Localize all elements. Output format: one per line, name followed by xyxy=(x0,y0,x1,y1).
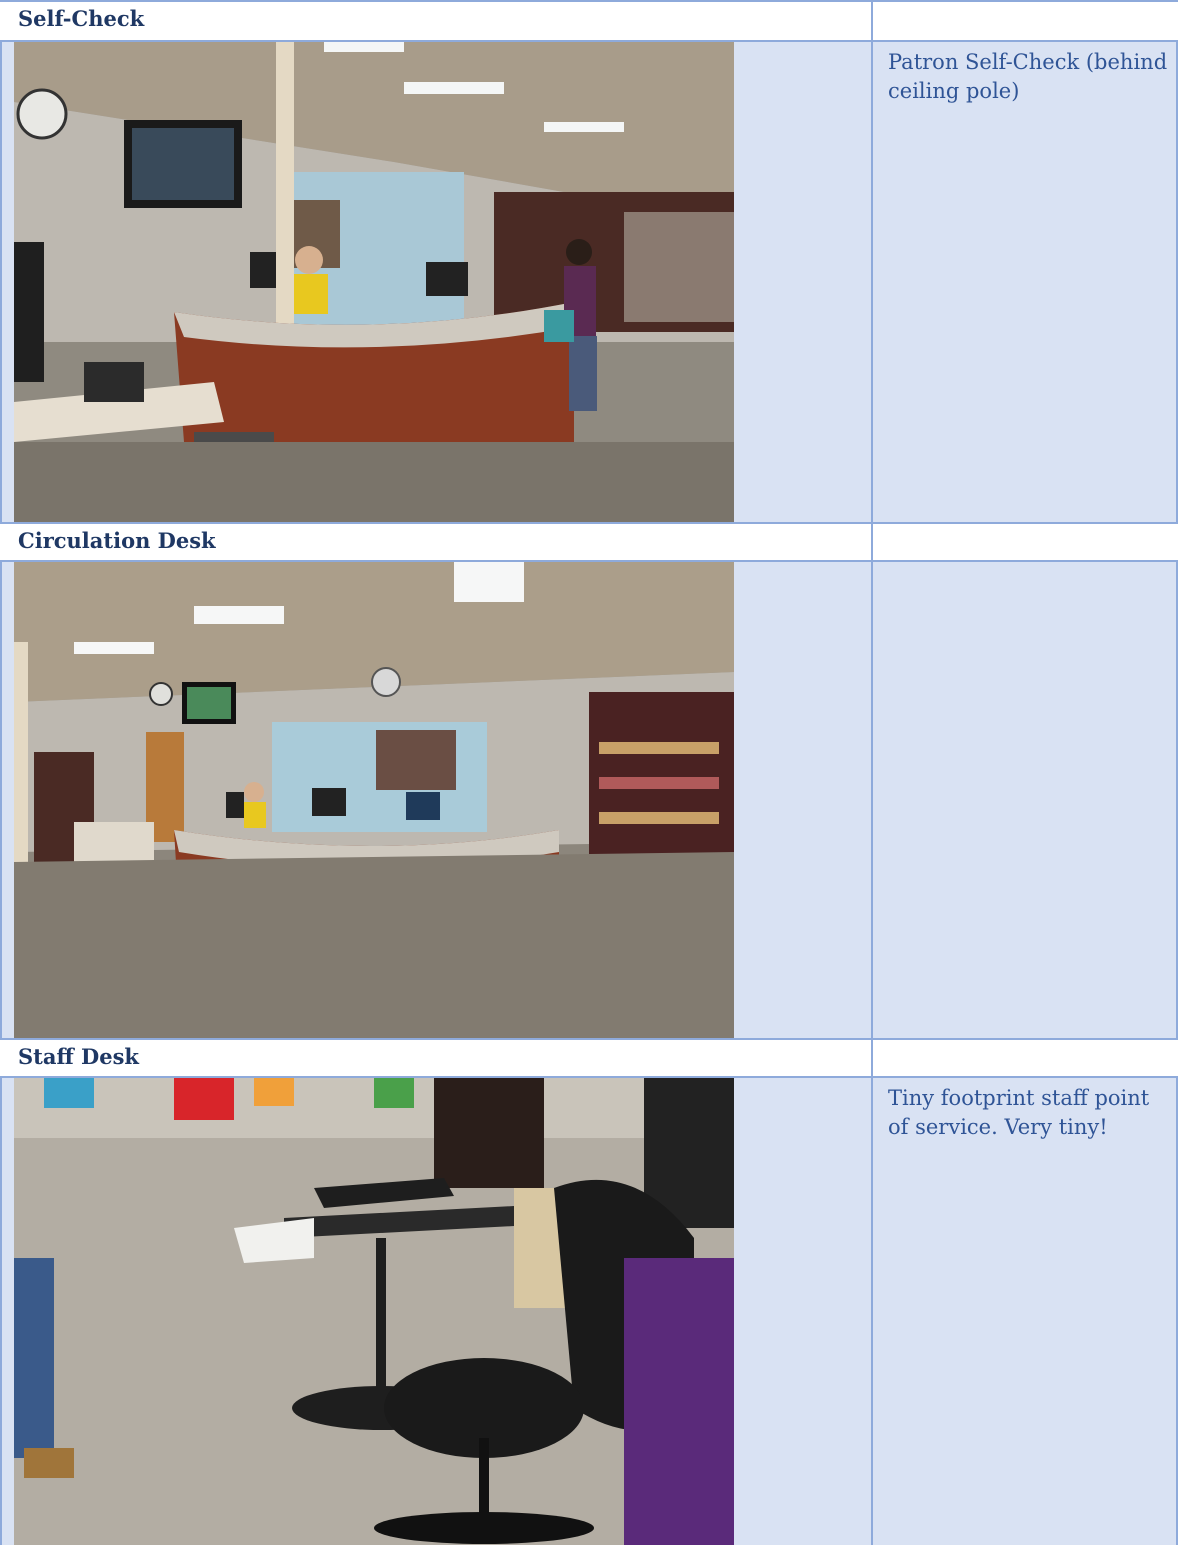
document-page: Self-Check Patron Self-Check (behind cei… xyxy=(0,0,1178,1545)
section-note: Tiny footprint staff point of service. V… xyxy=(888,1086,1150,1139)
section-body-circulation-desk xyxy=(0,562,1178,1038)
self-check-photo xyxy=(14,42,734,522)
circulation-desk-photo xyxy=(14,562,734,1038)
section-title: Staff Desk xyxy=(18,1044,139,1069)
section-note: Patron Self-Check (behind ceiling pole) xyxy=(888,50,1168,103)
section-header-self-check: Self-Check xyxy=(0,0,1178,42)
section-title: Self-Check xyxy=(18,6,145,31)
section-body-self-check: Patron Self-Check (behind ceiling pole) xyxy=(0,42,1178,522)
staff-desk-photo xyxy=(14,1078,734,1545)
section-title: Circulation Desk xyxy=(18,528,216,553)
section-header-staff-desk: Staff Desk xyxy=(0,1038,1178,1078)
column-divider xyxy=(871,524,873,560)
column-divider xyxy=(871,1040,873,1076)
section-header-circulation-desk: Circulation Desk xyxy=(0,522,1178,562)
column-divider xyxy=(871,2,873,40)
section-body-staff-desk: Tiny footprint staff point of service. V… xyxy=(0,1078,1178,1545)
